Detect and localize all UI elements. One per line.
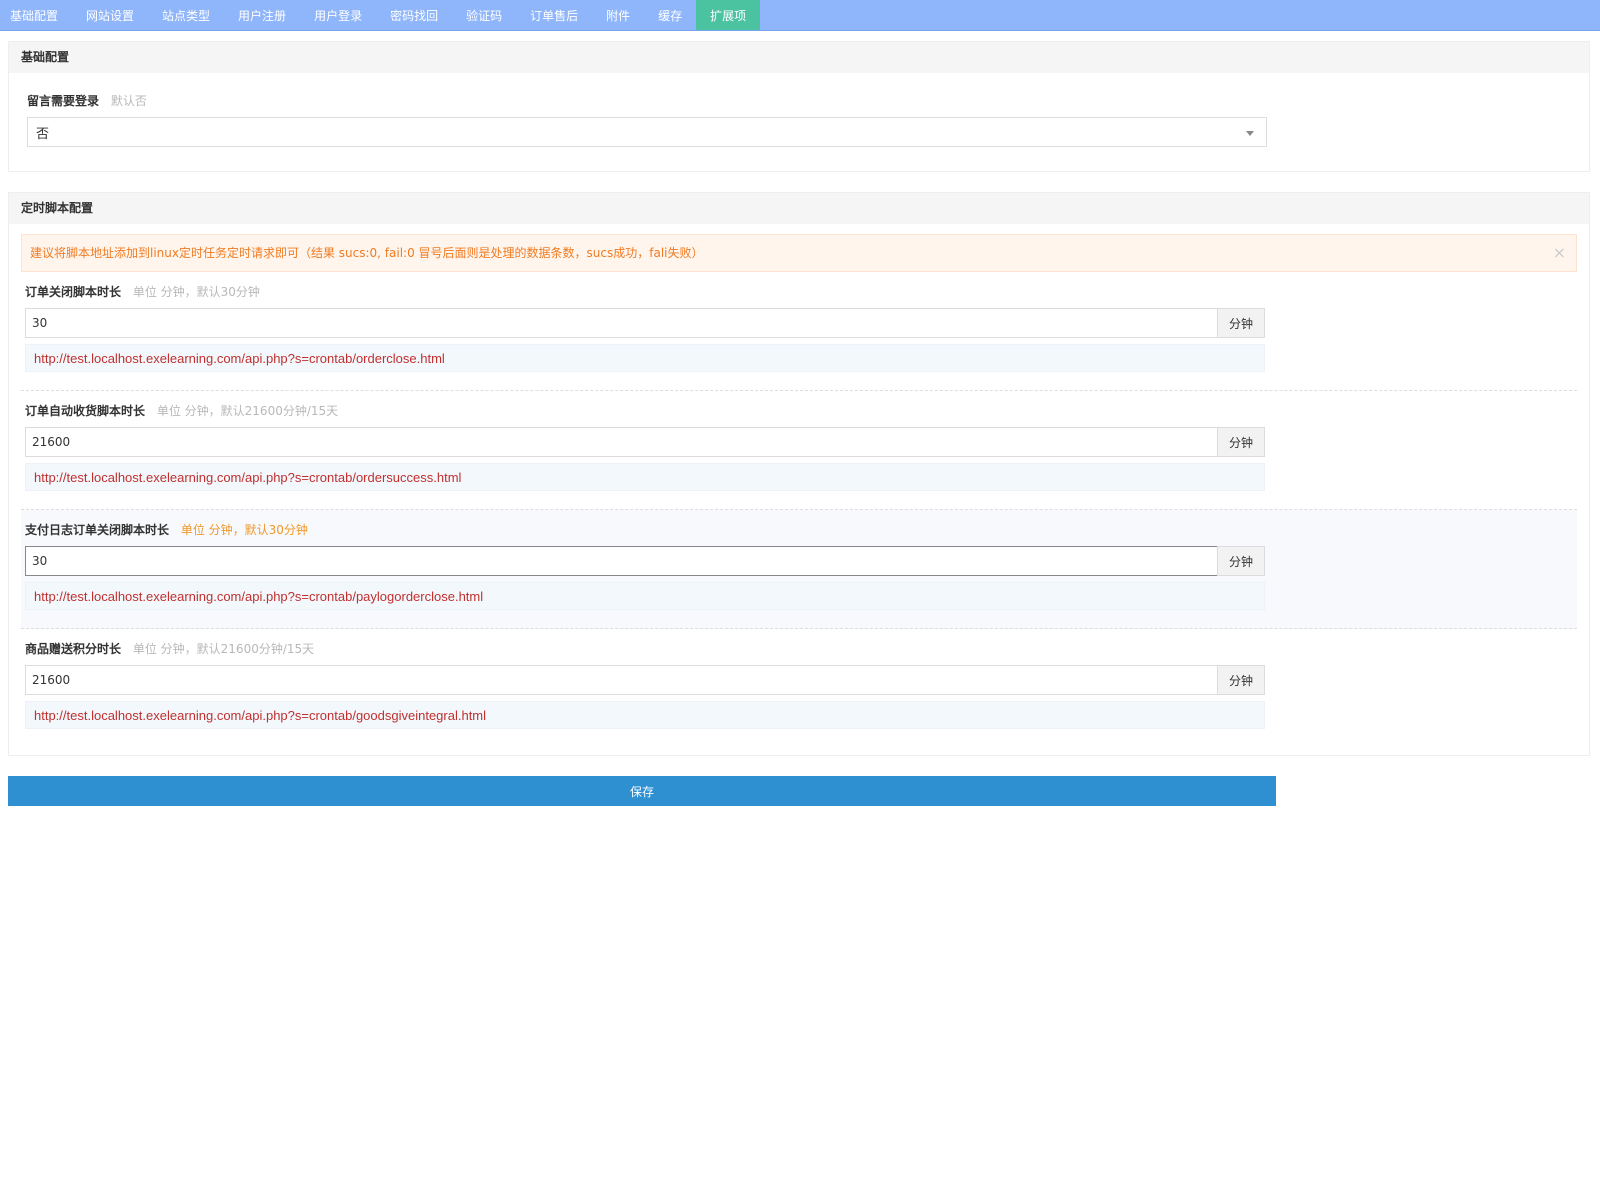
field-tip: 单位 分钟，默认30分钟 [132,285,260,299]
unit-addon: 分钟 [1217,427,1265,457]
script-url: http://test.localhost.exelearning.com/ap… [25,463,1265,491]
tab-order-aftersale[interactable]: 订单售后 [516,0,592,30]
field-label: 支付日志订单关闭脚本时长 [25,523,170,537]
unit-addon: 分钟 [1217,308,1265,338]
close-icon[interactable]: × [1553,235,1566,271]
panel-title: 定时脚本配置 [9,193,1589,224]
order-auto-receive-field: 订单自动收货脚本时长 单位 分钟，默认21600分钟/15天 分钟 http:/… [21,391,1577,510]
script-url: http://test.localhost.exelearning.com/ap… [25,582,1265,610]
tab-captcha[interactable]: 验证码 [452,0,516,30]
tab-user-register[interactable]: 用户注册 [224,0,300,30]
field-tip: 单位 分钟，默认21600分钟/15天 [156,404,339,418]
field-tip: 单位 分钟，默认21600分钟/15天 [132,642,315,656]
input-group: 分钟 [25,546,1265,576]
tab-site-type[interactable]: 站点类型 [148,0,224,30]
select-value: 否 [36,126,50,142]
tab-attachment[interactable]: 附件 [592,0,644,30]
field-label: 留言需要登录 [27,94,100,108]
field-tip: 默认否 [110,94,147,108]
basic-config-panel: 基础配置 留言需要登录 默认否 否 [8,41,1590,172]
alert-text: 建议将脚本地址添加到linux定时任务定时请求即可（结果 sucs:0, fai… [30,246,704,260]
tab-extensions[interactable]: 扩展项 [696,0,761,30]
input-group: 分钟 [25,308,1265,338]
order-close-field: 订单关闭脚本时长 单位 分钟，默认30分钟 分钟 http://test.loc… [21,272,1577,391]
top-tab-bar: 基础配置 网站设置 站点类型 用户注册 用户登录 密码找回 验证码 订单售后 附… [0,0,1600,31]
tab-site-settings[interactable]: 网站设置 [72,0,148,30]
tab-cache[interactable]: 缓存 [644,0,696,30]
order-success-minutes-input[interactable] [25,427,1217,457]
cron-config-panel: 定时脚本配置 建议将脚本地址添加到linux定时任务定时请求即可（结果 sucs… [8,192,1590,756]
comment-login-select[interactable]: 否 [27,117,1267,147]
tab-basic-config[interactable]: 基础配置 [0,0,72,30]
field-label: 订单自动收货脚本时长 [25,404,146,418]
tab-user-login[interactable]: 用户登录 [300,0,376,30]
page-content: 基础配置 留言需要登录 默认否 否 定时脚本配置 建议将脚本地址添加到linux… [0,31,1600,806]
panel-title: 基础配置 [9,42,1589,73]
paylog-order-close-field: 支付日志订单关闭脚本时长 单位 分钟，默认30分钟 分钟 http://test… [21,510,1577,629]
save-button[interactable]: 保存 [8,776,1276,806]
chevron-down-icon [1246,131,1254,136]
comment-login-field: 留言需要登录 默认否 否 [21,87,1577,147]
unit-addon: 分钟 [1217,665,1265,695]
input-group: 分钟 [25,427,1265,457]
field-label: 订单关闭脚本时长 [25,285,122,299]
paylog-close-minutes-input[interactable] [25,546,1217,576]
tab-password-recovery[interactable]: 密码找回 [376,0,452,30]
cron-hint-alert: 建议将脚本地址添加到linux定时任务定时请求即可（结果 sucs:0, fai… [21,234,1577,272]
field-tip: 单位 分钟，默认30分钟 [180,523,308,537]
script-url: http://test.localhost.exelearning.com/ap… [25,701,1265,729]
input-group: 分钟 [25,665,1265,695]
script-url: http://test.localhost.exelearning.com/ap… [25,344,1265,372]
goods-give-integral-field: 商品赠送积分时长 单位 分钟，默认21600分钟/15天 分钟 http://t… [21,629,1577,731]
goods-integral-minutes-input[interactable] [25,665,1217,695]
order-close-minutes-input[interactable] [25,308,1217,338]
field-label: 商品赠送积分时长 [25,642,122,656]
unit-addon: 分钟 [1217,546,1265,576]
